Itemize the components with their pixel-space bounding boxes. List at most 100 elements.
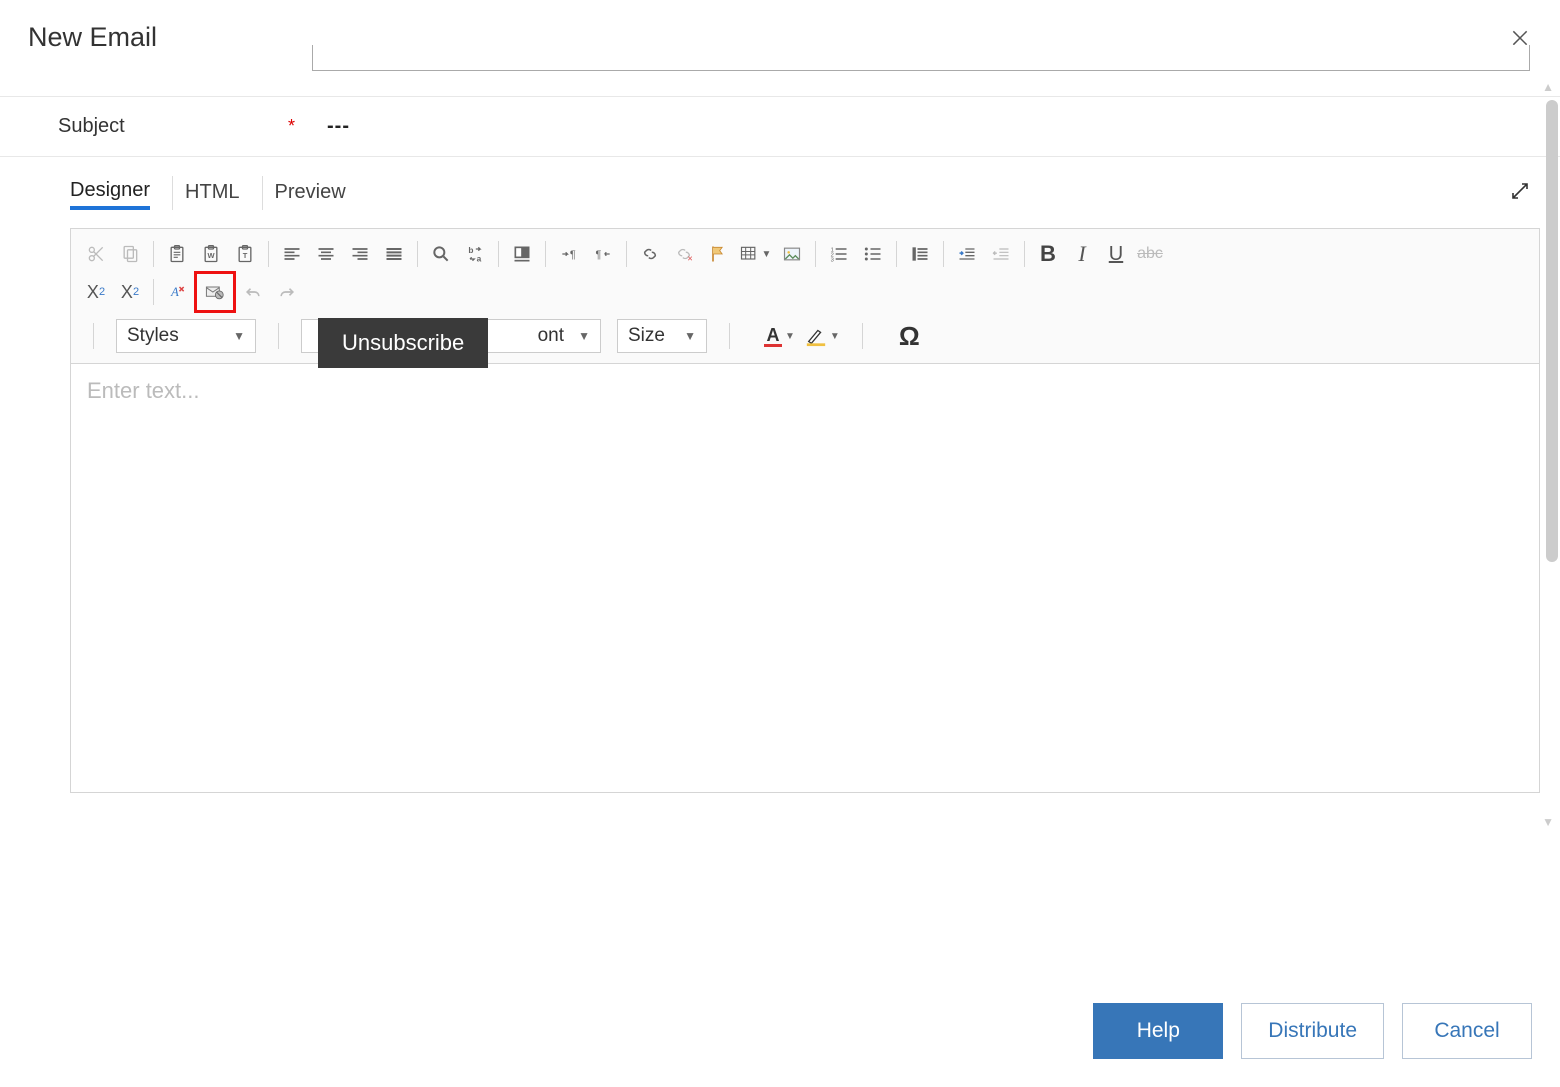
toolbar-separator bbox=[815, 241, 816, 267]
unsubscribe-tooltip: Unsubscribe bbox=[318, 318, 488, 368]
rtl-icon: ¶ bbox=[593, 244, 613, 264]
ltr-icon: ¶ bbox=[559, 244, 579, 264]
text-color-icon: A bbox=[764, 326, 782, 347]
clipboard-word-icon: W bbox=[201, 244, 221, 264]
table-icon bbox=[739, 244, 759, 264]
paste-button[interactable] bbox=[162, 239, 192, 269]
link-button[interactable] bbox=[635, 239, 665, 269]
editor-container: W T ba ¶ ¶ × ▼ 123 bbox=[70, 228, 1540, 793]
subject-value[interactable]: --- bbox=[327, 115, 350, 138]
unlink-button[interactable]: × bbox=[669, 239, 699, 269]
toolbar-separator bbox=[93, 323, 94, 349]
bullet-list-button[interactable] bbox=[858, 239, 888, 269]
find-button[interactable] bbox=[426, 239, 456, 269]
styles-select-label: Styles bbox=[127, 325, 179, 347]
editor-toolbar: W T ba ¶ ¶ × ▼ 123 bbox=[71, 229, 1539, 364]
redo-icon bbox=[277, 282, 297, 302]
caret-down-icon: ▼ bbox=[830, 331, 840, 342]
cut-button[interactable] bbox=[81, 239, 111, 269]
align-left-button[interactable] bbox=[277, 239, 307, 269]
redo-button[interactable] bbox=[272, 277, 302, 307]
undo-button[interactable] bbox=[238, 277, 268, 307]
numbered-list-icon: 123 bbox=[829, 244, 849, 264]
align-center-button[interactable] bbox=[311, 239, 341, 269]
size-select[interactable]: Size ▼ bbox=[617, 319, 707, 353]
scrollbar-thumb[interactable] bbox=[1546, 100, 1558, 562]
caret-down-icon: ▼ bbox=[684, 329, 696, 343]
link-icon bbox=[640, 244, 660, 264]
toolbar-separator bbox=[862, 323, 863, 349]
highlighted-unsubscribe-button bbox=[194, 271, 236, 313]
toolbar-separator bbox=[498, 241, 499, 267]
numbered-list-button[interactable]: 123 bbox=[824, 239, 854, 269]
subscript-button[interactable]: X2 bbox=[81, 277, 111, 307]
align-justify-button[interactable] bbox=[379, 239, 409, 269]
tab-preview[interactable]: Preview bbox=[275, 177, 346, 208]
toolbar-separator bbox=[729, 323, 730, 349]
editor-body[interactable]: Enter text... bbox=[71, 364, 1539, 792]
text-color-button[interactable]: A ▼ bbox=[764, 326, 795, 347]
toolbar-separator bbox=[626, 241, 627, 267]
clipboard-text-icon: T bbox=[235, 244, 255, 264]
toolbar-separator bbox=[278, 323, 279, 349]
underline-button[interactable]: U bbox=[1101, 239, 1131, 269]
tab-separator bbox=[262, 176, 263, 210]
image-icon bbox=[782, 244, 802, 264]
strike-button[interactable]: abc bbox=[1135, 239, 1165, 269]
toolbar-separator bbox=[896, 241, 897, 267]
undo-icon bbox=[243, 282, 263, 302]
tab-designer[interactable]: Designer bbox=[70, 175, 150, 210]
bullet-list-icon bbox=[863, 244, 883, 264]
previous-field-border bbox=[312, 45, 1530, 71]
expand-button[interactable] bbox=[1508, 179, 1532, 207]
align-right-icon bbox=[350, 244, 370, 264]
indent-icon bbox=[957, 244, 977, 264]
table-button[interactable]: ▼ bbox=[737, 239, 773, 269]
align-justify-icon bbox=[384, 244, 404, 264]
blockquote-button[interactable] bbox=[905, 239, 935, 269]
toolbar-separator bbox=[1024, 241, 1025, 267]
subject-label: Subject bbox=[58, 115, 288, 138]
svg-text:b: b bbox=[468, 245, 473, 255]
copy-icon bbox=[120, 244, 140, 264]
replace-button[interactable]: ba bbox=[460, 239, 490, 269]
templates-button[interactable] bbox=[507, 239, 537, 269]
tab-html[interactable]: HTML bbox=[185, 177, 239, 208]
svg-text:W: W bbox=[207, 251, 215, 260]
dialog-title: New Email bbox=[28, 22, 157, 53]
align-center-icon bbox=[316, 244, 336, 264]
scroll-up-arrow[interactable]: ▲ bbox=[1542, 80, 1554, 94]
italic-button[interactable]: I bbox=[1067, 239, 1097, 269]
svg-text:¶: ¶ bbox=[596, 249, 602, 261]
scissors-icon bbox=[86, 244, 106, 264]
paste-text-button[interactable]: T bbox=[230, 239, 260, 269]
cancel-button[interactable]: Cancel bbox=[1402, 1003, 1532, 1059]
styles-select[interactable]: Styles ▼ bbox=[116, 319, 256, 353]
outdent-button[interactable] bbox=[986, 239, 1016, 269]
image-button[interactable] bbox=[777, 239, 807, 269]
ltr-button[interactable]: ¶ bbox=[554, 239, 584, 269]
svg-text:¶: ¶ bbox=[570, 249, 576, 261]
paste-word-button[interactable]: W bbox=[196, 239, 226, 269]
unsubscribe-button[interactable] bbox=[200, 277, 230, 307]
highlight-color-button[interactable]: ▼ bbox=[805, 325, 840, 347]
help-button[interactable]: Help bbox=[1093, 1003, 1223, 1059]
anchor-button[interactable] bbox=[703, 239, 733, 269]
superscript-button[interactable]: X2 bbox=[115, 277, 145, 307]
unsubscribe-icon bbox=[205, 282, 225, 302]
align-right-button[interactable] bbox=[345, 239, 375, 269]
special-char-button[interactable]: Ω bbox=[899, 321, 920, 352]
copy-button[interactable] bbox=[115, 239, 145, 269]
caret-down-icon: ▼ bbox=[233, 329, 245, 343]
remove-format-button[interactable]: A bbox=[162, 277, 192, 307]
size-select-label: Size bbox=[628, 325, 665, 347]
scroll-down-arrow[interactable]: ▼ bbox=[1542, 815, 1554, 829]
distribute-button[interactable]: Distribute bbox=[1241, 1003, 1384, 1059]
remove-format-icon: A bbox=[167, 282, 187, 302]
indent-button[interactable] bbox=[952, 239, 982, 269]
caret-down-icon: ▼ bbox=[785, 331, 795, 342]
rtl-button[interactable]: ¶ bbox=[588, 239, 618, 269]
bold-button[interactable]: B bbox=[1033, 239, 1063, 269]
toolbar-separator bbox=[417, 241, 418, 267]
svg-text:3: 3 bbox=[831, 258, 834, 264]
